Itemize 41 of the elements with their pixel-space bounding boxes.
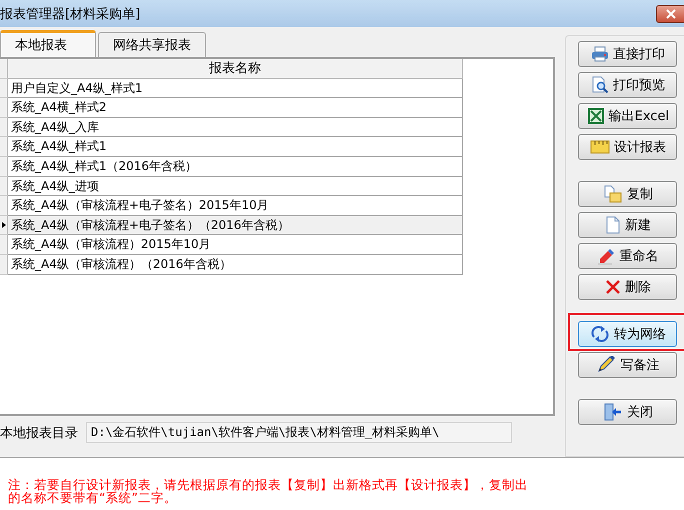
table-cell[interactable]: 系统_A4纵_进项 xyxy=(8,176,463,196)
eraser-icon xyxy=(597,247,616,265)
corner-header xyxy=(0,59,8,79)
spreadsheet-icon xyxy=(586,107,605,125)
side-button[interactable]: 设计报表 xyxy=(578,134,678,160)
table-cell[interactable]: 系统_A4纵_样式1（2016年含税） xyxy=(8,156,463,177)
window-title: 报表管理器[材料采购单] xyxy=(0,6,140,22)
cross-icon xyxy=(604,279,621,295)
side-button[interactable]: 复制 xyxy=(578,181,678,207)
side-button[interactable]: 删除 xyxy=(578,274,678,300)
table-cell[interactable]: 系统_A4纵（审核流程）2015年10月 xyxy=(8,235,463,255)
tab[interactable]: 本地报表 xyxy=(0,30,96,57)
side-button[interactable]: 重命名 xyxy=(578,243,678,269)
side-button[interactable]: 关闭 xyxy=(578,399,678,425)
side-button[interactable]: 输出Excel xyxy=(578,103,678,129)
exit-door-icon xyxy=(602,403,623,421)
tab[interactable]: 网络共享报表 xyxy=(98,32,206,57)
side-button[interactable]: 新建 xyxy=(578,212,678,238)
table-cell[interactable]: 系统_A4纵_样式1 xyxy=(8,137,463,157)
document-magnifier-icon xyxy=(590,76,609,94)
side-button[interactable]: 转为网络 xyxy=(578,321,678,347)
directory-label: 本地报表目录 xyxy=(0,424,78,442)
side-button[interactable]: 写备注 xyxy=(578,352,678,378)
document-icon xyxy=(604,216,621,234)
table-cell[interactable]: 系统_A4纵（审核流程+电子签名）（2016年含税） xyxy=(8,216,463,236)
close-button[interactable] xyxy=(656,4,684,22)
side-button[interactable]: 打印预览 xyxy=(578,72,678,98)
printer-icon xyxy=(590,46,609,62)
column-header[interactable]: 报表名称 xyxy=(8,59,463,79)
copy-pages-icon xyxy=(602,185,623,203)
side-button[interactable]: 直接打印 xyxy=(578,41,678,67)
close-icon xyxy=(666,8,676,18)
table-cell[interactable]: 用户自定义_A4纵_样式1 xyxy=(8,78,463,98)
row-header[interactable] xyxy=(0,216,8,236)
table-cell[interactable]: 系统_A4纵_入库 xyxy=(8,118,463,138)
table-cell[interactable]: 系统_A4横_样式2 xyxy=(8,98,463,118)
directory-field[interactable]: D:\金石软件\tujian\软件客户端\报表\材料管理_材料采购单\ xyxy=(86,422,512,443)
circular-arrows-icon xyxy=(590,325,610,343)
pen-icon xyxy=(596,356,616,374)
ruler-icon xyxy=(590,139,610,155)
table-cell[interactable]: 系统_A4纵（审核流程）（2016年含税） xyxy=(8,254,463,275)
